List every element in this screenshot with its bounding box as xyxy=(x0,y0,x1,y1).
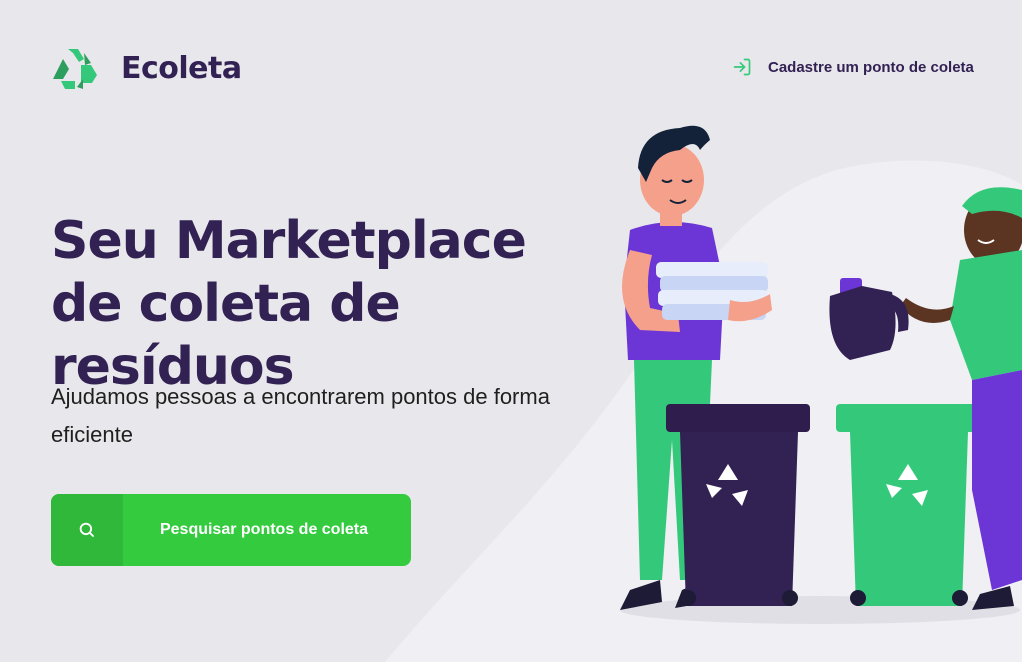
register-collection-point-link[interactable]: Cadastre um ponto de coleta xyxy=(732,57,974,77)
search-icon xyxy=(79,522,94,537)
logo-text: Ecoleta xyxy=(121,50,242,86)
log-in-icon xyxy=(733,58,751,76)
search-collection-points-button[interactable]: Pesquisar pontos de coleta xyxy=(51,494,411,566)
page-title: Seu Marketplace de coleta de resíduos xyxy=(51,211,527,397)
recycle-icon xyxy=(53,49,97,89)
search-icon-container xyxy=(51,494,123,566)
search-button-label: Pesquisar pontos de coleta xyxy=(159,521,369,538)
logo[interactable]: Ecoleta xyxy=(51,45,242,91)
hero-description: Ajudamos pessoas a encontrarem pontos de… xyxy=(51,384,550,447)
hero-illustration xyxy=(620,125,1022,624)
register-collection-point-label: Cadastre um ponto de coleta xyxy=(768,58,974,76)
